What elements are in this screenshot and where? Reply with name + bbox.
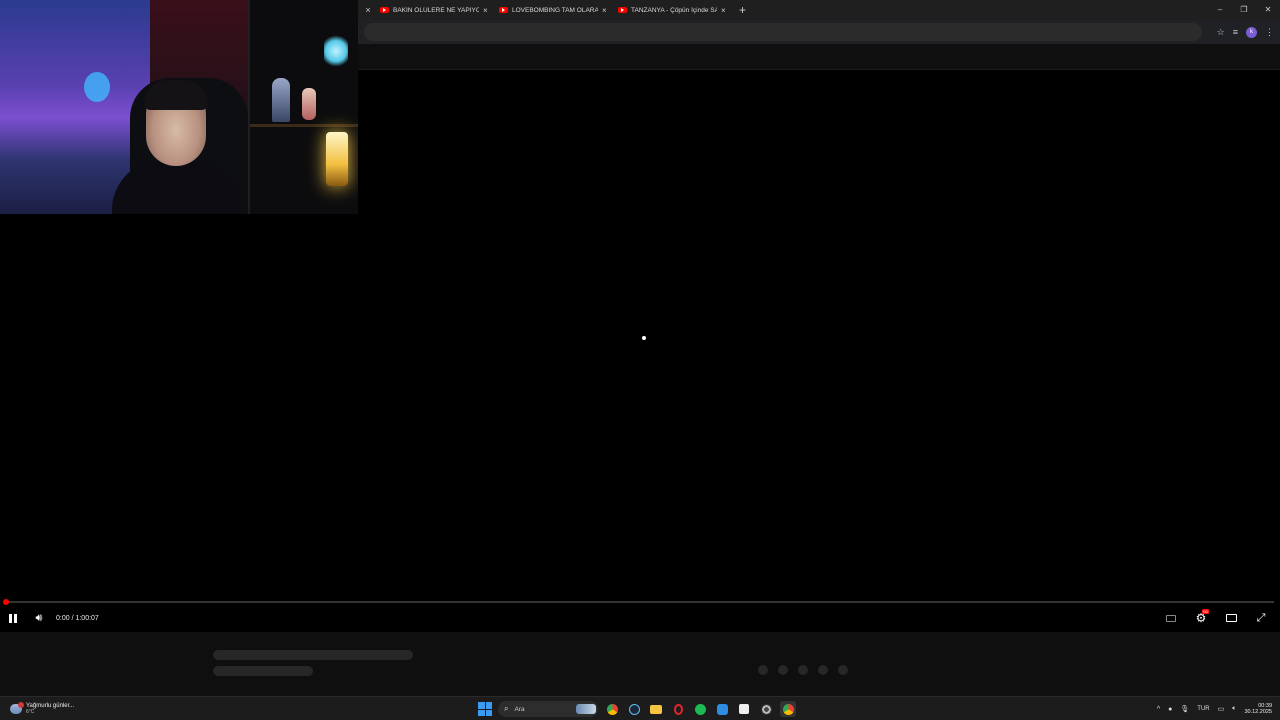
title-skeleton xyxy=(213,650,413,660)
gear-icon: ⚙ HD xyxy=(1195,609,1210,625)
progress-scrubber[interactable] xyxy=(3,599,9,605)
media-controls-icon[interactable]: ≡ xyxy=(1233,27,1238,37)
close-icon[interactable]: × xyxy=(360,5,376,15)
tray-app-icon[interactable]: ● xyxy=(1168,706,1172,713)
browser-tab[interactable]: TANZANYA - Çöpün İçinde SATI × xyxy=(614,0,733,20)
chrome-active-icon[interactable] xyxy=(780,701,796,717)
chrome-icon[interactable] xyxy=(604,701,620,717)
language-indicator[interactable]: TUR xyxy=(1197,706,1209,712)
skeleton-dot xyxy=(798,665,808,675)
shelf-figure xyxy=(272,78,290,122)
restore-button[interactable]: ❐ xyxy=(1232,0,1256,20)
microphone-icon[interactable]: 🎙︎ xyxy=(1180,705,1189,713)
settings-button[interactable]: ⚙ HD xyxy=(1188,608,1214,628)
new-tab-button[interactable]: + xyxy=(739,3,746,17)
subtitles-icon xyxy=(1166,614,1176,622)
taskbar-search[interactable]: ⌕ Ara xyxy=(498,701,598,717)
windows-start-icon[interactable] xyxy=(478,702,492,716)
close-window-button[interactable]: ✕ xyxy=(1256,0,1280,20)
file-explorer-icon[interactable] xyxy=(648,701,664,717)
pause-button[interactable] xyxy=(0,608,26,628)
speaker-icon[interactable]: 🔈︎ xyxy=(1232,705,1236,713)
tab-title: LOVEBOMBING TAM OLARAK NE xyxy=(512,6,598,14)
action-skeleton xyxy=(758,665,848,675)
browser-tab-bar: × BAKIN ÖLÜLERE NE YAPIYORLAR × LOVEBOMB… xyxy=(358,0,1280,20)
clock-date: 30.12.2025 xyxy=(1244,709,1272,715)
app-icon[interactable] xyxy=(758,701,774,717)
search-placeholder: Ara xyxy=(514,705,525,713)
browser-tab[interactable]: LOVEBOMBING TAM OLARAK NE × xyxy=(495,0,614,20)
shelf-figure xyxy=(324,34,348,68)
network-icon[interactable]: ▭ xyxy=(1218,705,1225,713)
address-field[interactable] xyxy=(364,23,1202,41)
window-controls: – ❐ ✕ xyxy=(1208,0,1280,20)
more-menu-icon[interactable]: ⋮ xyxy=(1265,27,1274,38)
weather-temp: 6°C xyxy=(26,708,35,715)
youtube-icon xyxy=(618,7,627,13)
theater-mode-button[interactable] xyxy=(1218,608,1244,628)
clock[interactable]: 00:39 30.12.2025 xyxy=(1244,703,1272,715)
weather-icon xyxy=(10,701,24,714)
streamer-hair xyxy=(144,80,208,110)
minimize-button[interactable]: – xyxy=(1208,0,1232,20)
spotify-icon[interactable] xyxy=(692,701,708,717)
tab-title: TANZANYA - Çöpün İçinde SATI xyxy=(631,6,717,14)
tab-close-icon[interactable]: × xyxy=(602,6,610,15)
weather-widget[interactable]: Yağmurlu günler... 6°C xyxy=(10,701,150,715)
fullscreen-icon: ⤢ xyxy=(1256,611,1266,624)
player-right-controls: ⚙ HD ⤢ xyxy=(1158,608,1274,628)
volume-icon: 🔊︎ xyxy=(35,611,43,624)
youtube-icon xyxy=(380,7,389,13)
app-icon[interactable] xyxy=(736,701,752,717)
loading-spinner-icon xyxy=(642,336,646,340)
taskbar-apps: ⌕ Ara xyxy=(478,699,796,719)
video-info-placeholder xyxy=(0,632,1280,696)
time-display: 0:00 / 1:00:07 xyxy=(56,614,99,622)
tab-close-icon[interactable]: × xyxy=(483,6,491,15)
tab-title: BAKIN ÖLÜLERE NE YAPIYORLAR xyxy=(393,6,479,14)
youtube-icon xyxy=(499,7,508,13)
subtitle-skeleton xyxy=(213,666,313,676)
bookmark-star-icon[interactable]: ☆ xyxy=(1217,27,1225,38)
browser-toolbar: ☆ ≡ k ⋮ xyxy=(358,20,1280,44)
pause-icon xyxy=(9,613,17,623)
screen: × BAKIN ÖLÜLERE NE YAPIYORLAR × LOVEBOMB… xyxy=(0,0,1280,720)
search-highlight-art xyxy=(576,704,596,714)
progress-bar[interactable] xyxy=(6,601,1274,603)
app-icon[interactable] xyxy=(714,701,730,717)
chevron-up-icon[interactable]: ^ xyxy=(1157,706,1160,713)
shelf-candle xyxy=(326,132,348,186)
fullscreen-button[interactable]: ⤢ xyxy=(1248,608,1274,628)
skeleton-dot xyxy=(838,665,848,675)
tab-close-icon[interactable]: × xyxy=(721,6,729,15)
player-controls: 🔊︎ 0:00 / 1:00:07 ⚙ HD ⤢ xyxy=(0,608,1280,628)
webcam-overlay xyxy=(0,0,358,214)
shelf-board xyxy=(250,124,358,127)
skeleton-dot xyxy=(818,665,828,675)
page-header xyxy=(358,44,1280,70)
shelf-figure xyxy=(302,88,316,120)
browser-tab[interactable]: BAKIN ÖLÜLERE NE YAPIYORLAR × xyxy=(376,0,495,20)
system-tray: ^ ● 🎙︎ TUR ▭ 🔈︎ 00:39 30.12.2025 xyxy=(1157,697,1280,720)
hd-badge: HD xyxy=(1201,609,1210,614)
profile-avatar[interactable]: k xyxy=(1246,26,1257,38)
webcam-shelf xyxy=(248,0,358,214)
taskbar: Yağmurlu günler... 6°C ⌕ Ara ^ ● 🎙︎ TUR … xyxy=(0,696,1280,720)
volume-button[interactable]: 🔊︎ xyxy=(26,608,52,628)
theater-icon xyxy=(1225,614,1237,622)
subtitles-button[interactable] xyxy=(1158,608,1184,628)
skeleton-dot xyxy=(778,665,788,675)
search-icon: ⌕ xyxy=(504,704,509,713)
toolbar-icons: ☆ ≡ k ⋮ xyxy=(1217,26,1274,38)
steam-icon[interactable] xyxy=(626,701,642,717)
skeleton-dot xyxy=(758,665,768,675)
opera-icon[interactable] xyxy=(670,701,686,717)
